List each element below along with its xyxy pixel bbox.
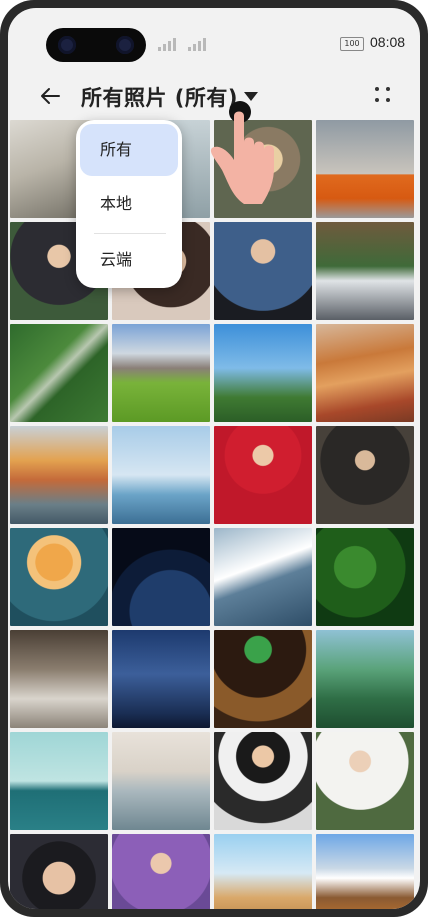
photo-thumbnail[interactable] [10,834,108,909]
status-bar: 100 08:08 [8,8,420,72]
photo-thumbnail[interactable] [10,426,108,524]
photo-thumbnail[interactable] [316,222,414,320]
photo-thumbnail[interactable] [112,528,210,626]
front-camera-icon [58,36,76,54]
menu-option-cloud[interactable]: 云端 [80,234,178,286]
photo-thumbnail[interactable] [112,732,210,830]
photo-thumbnail[interactable] [214,528,312,626]
screen: 100 08:08 所有照片 (所有) 所有 本地 云端 [8,8,420,909]
signal-icon [188,38,206,51]
photo-thumbnail[interactable] [112,426,210,524]
photo-thumbnail[interactable] [214,324,312,422]
photo-thumbnail[interactable] [10,732,108,830]
phone-frame: 100 08:08 所有照片 (所有) 所有 本地 云端 [0,0,428,917]
photo-thumbnail[interactable] [316,426,414,524]
front-camera-icon [116,36,134,54]
photo-grid [10,120,418,909]
photo-thumbnail[interactable] [10,630,108,728]
more-options-icon[interactable] [374,86,392,104]
photo-thumbnail[interactable] [214,834,312,909]
photo-thumbnail[interactable] [316,324,414,422]
photo-thumbnail[interactable] [316,732,414,830]
photo-thumbnail[interactable] [214,426,312,524]
photo-thumbnail[interactable] [214,222,312,320]
photo-thumbnail[interactable] [10,324,108,422]
battery-icon: 100 [340,37,364,51]
photo-thumbnail[interactable] [316,528,414,626]
photo-thumbnail[interactable] [316,834,414,909]
photo-thumbnail[interactable] [112,630,210,728]
status-time: 08:08 [370,34,406,50]
tap-hand-icon [210,101,274,204]
photo-thumbnail[interactable] [112,324,210,422]
back-arrow-icon[interactable] [38,84,62,108]
photo-thumbnail[interactable] [112,834,210,909]
photo-thumbnail[interactable] [214,630,312,728]
photo-thumbnail[interactable] [10,528,108,626]
menu-option-local[interactable]: 本地 [80,178,178,230]
signal-icon [158,38,176,51]
camera-cutout [46,28,146,62]
photo-thumbnail[interactable] [214,732,312,830]
photo-thumbnail[interactable] [316,120,414,218]
photo-thumbnail[interactable] [316,630,414,728]
menu-option-all[interactable]: 所有 [80,124,178,176]
source-filter-menu: 所有 本地 云端 [76,120,182,288]
